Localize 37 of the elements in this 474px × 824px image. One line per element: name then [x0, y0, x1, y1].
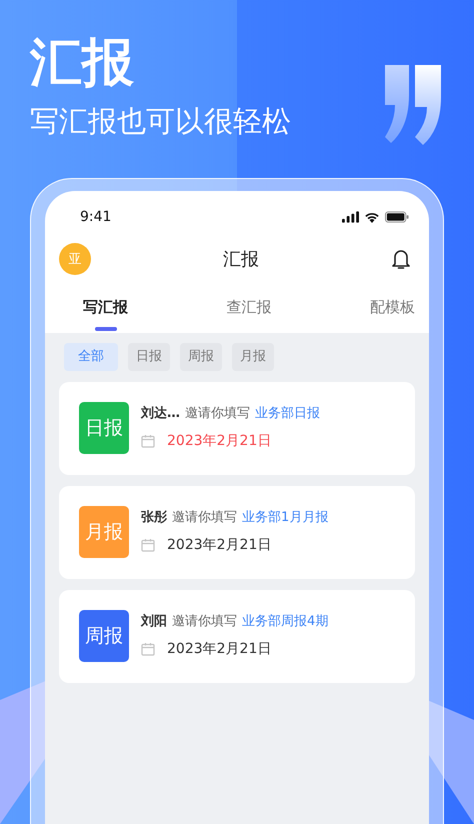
- report-date: 2023年2月21日: [167, 640, 272, 658]
- page-title: 汇报: [223, 248, 259, 271]
- signal-icon: [342, 211, 359, 223]
- report-type-badge: 日报: [79, 402, 129, 454]
- report-card[interactable]: 日报 刘达… 邀请你填写 业务部日报 2023年2月21日: [59, 382, 415, 475]
- invite-text: 邀请你填写: [185, 405, 250, 422]
- filter-chip[interactable]: 月报: [232, 343, 274, 371]
- status-time: 9:41: [80, 209, 112, 225]
- tab[interactable]: 配模板: [370, 287, 415, 333]
- report-type-badge: 月报: [79, 506, 129, 558]
- bell-icon[interactable]: [391, 248, 411, 270]
- report-name[interactable]: 业务部1月月报: [242, 508, 328, 526]
- filter-chip[interactable]: 日报: [128, 343, 170, 371]
- tab[interactable]: 查汇报: [226, 287, 272, 333]
- headline: 汇报: [30, 32, 134, 95]
- report-card[interactable]: 月报 张彤 邀请你填写 业务部1月月报 2023年2月21日: [59, 486, 415, 579]
- invite-text: 邀请你填写: [172, 613, 237, 630]
- calendar-icon: [141, 538, 155, 552]
- sender-name: 张彤: [141, 509, 167, 526]
- tab-indicator: [94, 327, 116, 331]
- calendar-icon: [141, 434, 155, 448]
- calendar-icon: [141, 642, 155, 656]
- sender-name: 刘阳: [141, 612, 167, 630]
- subtitle: 写汇报也可以很轻松: [30, 103, 291, 140]
- invite-text: 邀请你填写: [172, 509, 237, 526]
- report-name[interactable]: 业务部日报: [255, 404, 320, 422]
- report-date: 2023年2月21日: [167, 536, 272, 554]
- wifi-icon: [364, 211, 380, 223]
- report-date: 2023年2月21日: [167, 432, 272, 450]
- sender-name: 刘达…: [141, 404, 180, 422]
- filter-chip[interactable]: 周报: [180, 343, 222, 371]
- report-card[interactable]: 周报 刘阳 邀请你填写 业务部周报4期 2023年2月21日: [59, 590, 415, 683]
- filter-chip[interactable]: 全部: [64, 343, 118, 371]
- battery-icon: [385, 211, 409, 223]
- report-name[interactable]: 业务部周报4期: [242, 612, 328, 630]
- tab[interactable]: 写汇报: [83, 287, 128, 333]
- report-type-badge: 周报: [79, 610, 129, 662]
